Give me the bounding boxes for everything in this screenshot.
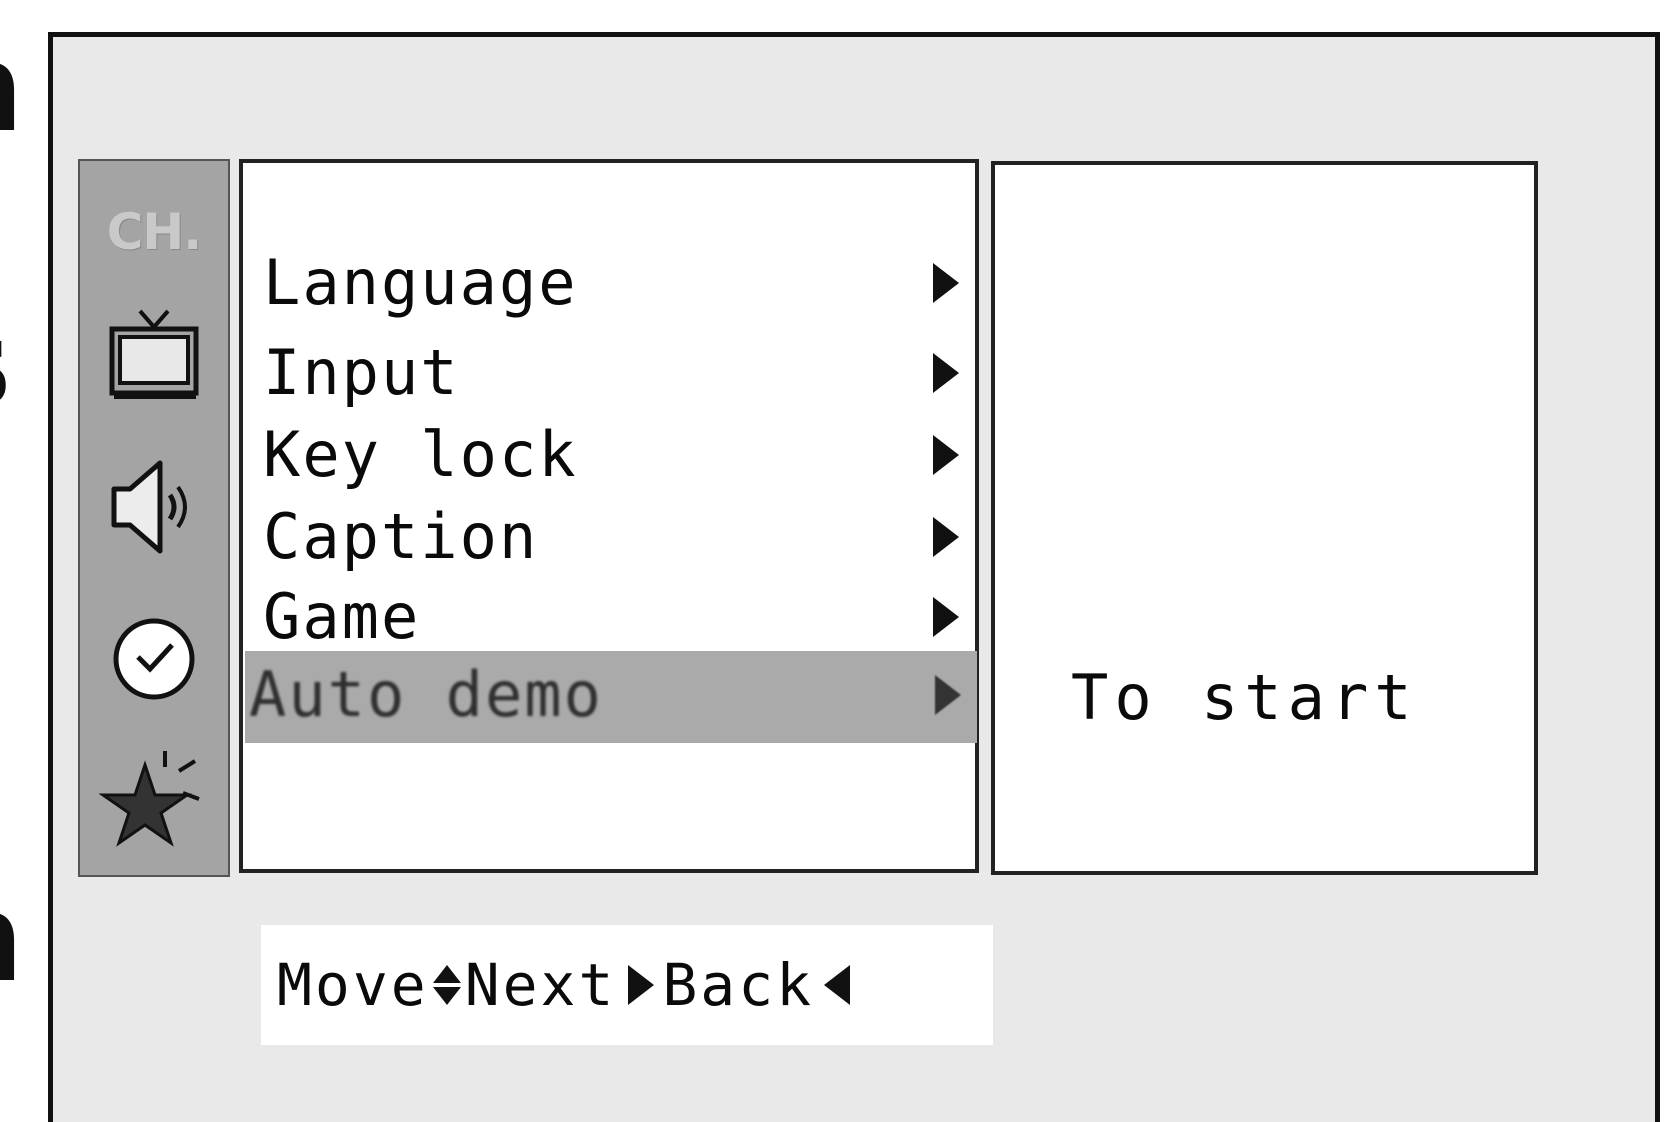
help-bar: Move Next Back <box>261 925 993 1045</box>
menu-item-language[interactable]: Language <box>243 239 975 327</box>
speaker-icon <box>111 460 187 554</box>
menu-item-label: Auto demo <box>249 658 603 731</box>
sidebar-item-picture[interactable] <box>80 307 228 407</box>
menu-item-label: Caption <box>263 500 539 573</box>
star-icon <box>99 751 200 847</box>
menu-item-caption[interactable]: Caption <box>243 493 975 581</box>
menu-item-key-lock[interactable]: Key lock <box>243 411 975 499</box>
description-text: To start <box>1071 661 1418 734</box>
sidebar-item-time[interactable] <box>80 607 228 707</box>
arrow-right-icon <box>628 965 655 1005</box>
menu-item-game[interactable]: Game <box>243 573 975 661</box>
sidebar-item-sound[interactable] <box>80 457 228 557</box>
help-back-label: Back <box>662 951 815 1019</box>
sidebar-item-special[interactable] <box>80 747 228 857</box>
arrow-left-icon <box>824 965 851 1005</box>
menu-item-auto-demo[interactable]: Auto demo <box>245 651 977 743</box>
ch-icon: CH. <box>106 203 203 261</box>
description-panel: To start <box>991 161 1538 875</box>
menu-item-label: Language <box>263 246 578 319</box>
page-text-fragment: n <box>0 880 23 1000</box>
help-move-label: Move <box>277 951 429 1019</box>
menu-list: Language Input Key lock Caption Game Aut… <box>239 159 979 873</box>
arrow-right-icon <box>933 597 959 637</box>
arrow-right-icon <box>933 353 959 393</box>
sidebar-item-channel[interactable]: CH. <box>80 197 228 267</box>
arrow-right-icon <box>933 435 959 475</box>
clock-icon <box>113 618 195 700</box>
arrow-right-icon <box>933 263 959 303</box>
menu-item-label: Input <box>263 336 460 409</box>
page-text-fragment: s <box>0 305 11 425</box>
page-text-fragment: n <box>0 30 23 150</box>
menu-item-label: Game <box>263 580 421 653</box>
arrow-right-icon <box>935 675 961 715</box>
help-next-label: Next <box>464 951 617 1019</box>
category-sidebar: CH. <box>78 159 230 877</box>
up-down-arrows-icon <box>432 965 461 1005</box>
tv-icon <box>109 309 199 399</box>
osd-menu-window: CH. Language Input Key lock Caption Game… <box>48 32 1660 1122</box>
arrow-right-icon <box>933 517 959 557</box>
menu-item-input[interactable]: Input <box>243 329 975 417</box>
menu-item-label: Key lock <box>263 418 578 491</box>
